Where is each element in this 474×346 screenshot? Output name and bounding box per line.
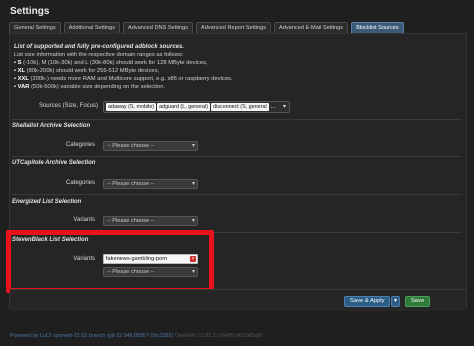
footer-dim-text: OpenWrt 21.02.2 r16495-bf0c965af0 xyxy=(174,333,263,339)
tab-advanced-dns-settings[interactable]: Advanced DNS Settings xyxy=(123,22,194,33)
select-placeholder: -- Please choose -- xyxy=(107,218,155,224)
utcapitole-categories-label: Categories xyxy=(65,180,95,186)
info-line: • VAR (50k-500k) variable size depending… xyxy=(14,84,166,90)
chevron-down-icon: ▾ xyxy=(191,143,195,149)
info-line: • S (-10k), M (10k-30k) and L (30k-80k) … xyxy=(14,60,208,66)
source-chip[interactable]: disconnect (S, general xyxy=(211,103,269,111)
utcapitole-categories-select[interactable]: -- Please choose -- ▾ xyxy=(103,179,198,189)
select-placeholder: -- Please choose -- xyxy=(107,143,155,149)
utcapitole-title: UTCapitole Archive Selection xyxy=(12,160,96,166)
footer-version: Powered by LuCI openwrt-21.02 branch (gi… xyxy=(10,333,263,339)
highlight-box xyxy=(6,230,214,293)
sources-label: Sources (Size, Focus) xyxy=(38,103,98,109)
tab-bar: General Settings Additional Settings Adv… xyxy=(9,22,407,33)
chevron-down-icon: ▾ xyxy=(282,104,286,110)
shallalist-title: Shallalist Archive Selection xyxy=(12,123,91,129)
info-line: List size information with the respectiv… xyxy=(14,52,184,58)
shallalist-categories-select[interactable]: -- Please choose -- ▾ xyxy=(103,141,198,151)
info-line: • XL (80k-200k) should work for 256-512 … xyxy=(14,68,160,74)
save-apply-button[interactable]: Save & Apply xyxy=(344,296,391,307)
source-chip[interactable]: adaway (S, mobile) xyxy=(106,103,157,111)
divider xyxy=(12,194,462,195)
divider xyxy=(12,156,462,157)
energized-variants-select[interactable]: -- Please choose -- ▾ xyxy=(103,216,198,226)
page-title: Settings xyxy=(10,6,50,17)
select-placeholder: -- Please choose -- xyxy=(107,181,155,187)
sources-multiselect[interactable]: adaway (S, mobile) adguard (L, general) … xyxy=(103,101,290,113)
footer-link[interactable]: Powered by LuCI openwrt-21.02 branch (gi… xyxy=(10,333,173,339)
tab-advanced-email-settings[interactable]: Advanced E-Mail Settings xyxy=(274,22,349,33)
chevron-down-icon: ▾ xyxy=(191,181,195,187)
energized-variants-label: Variants xyxy=(73,217,95,223)
energized-title: Energized List Selection xyxy=(12,199,82,205)
info-title: List of supported and fully pre-configur… xyxy=(14,44,185,50)
save-apply-dropdown-button[interactable]: ▾ xyxy=(391,296,400,307)
info-line: • XXL (200k-) needs more RAM and Multico… xyxy=(14,76,233,82)
tab-advanced-report-settings[interactable]: Advanced Report Settings xyxy=(196,22,272,33)
tab-additional-settings[interactable]: Additional Settings xyxy=(63,22,121,33)
more-indicator: ... xyxy=(270,104,276,110)
tab-blocklist-sources[interactable]: Blocklist Sources xyxy=(351,22,404,33)
tab-general-settings[interactable]: General Settings xyxy=(9,22,61,33)
chevron-down-icon: ▾ xyxy=(191,218,195,224)
divider xyxy=(12,119,462,120)
shallalist-categories-label: Categories xyxy=(65,142,95,148)
save-button[interactable]: Save xyxy=(405,296,431,307)
source-chip[interactable]: adguard (L, general) xyxy=(157,103,210,111)
